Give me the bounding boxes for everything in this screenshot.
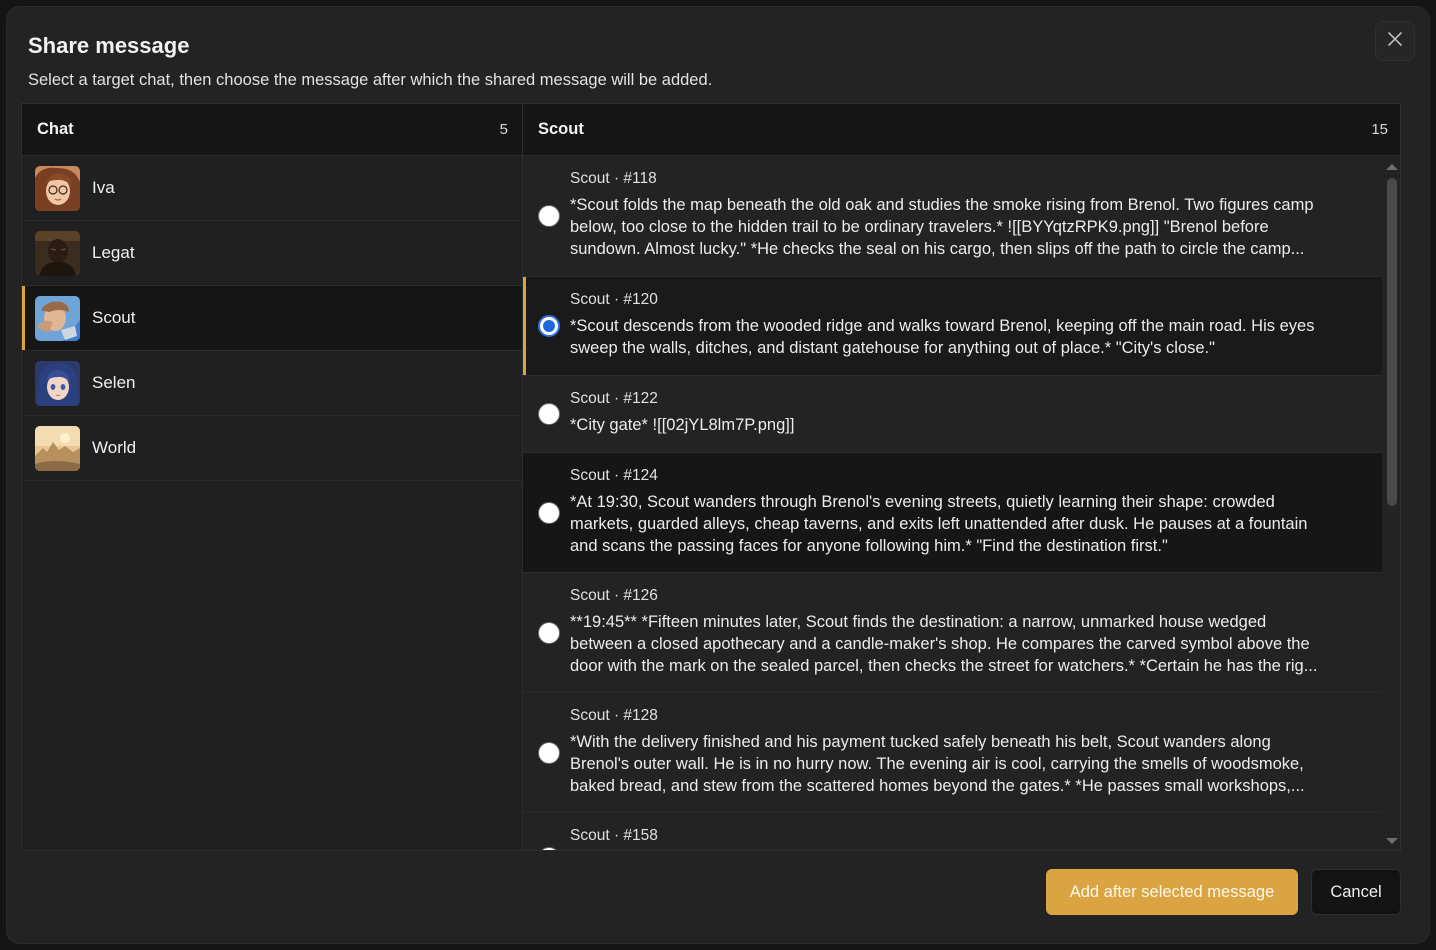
chat-name: Legat — [92, 243, 135, 262]
chat-panel: Chat 5 Iva Legat Scout Selen World — [22, 104, 523, 850]
chat-item-world[interactable]: World — [22, 416, 522, 481]
message-panel: Scout 15 Scout · #118 *Scout folds the m… — [523, 104, 1400, 850]
message-radio[interactable] — [538, 205, 560, 227]
message-meta: Scout · #128 — [570, 707, 658, 724]
message-meta: Scout · #120 — [570, 291, 658, 308]
message-meta: Scout · #158 — [570, 827, 658, 844]
avatar-iva — [35, 165, 80, 211]
message-radio[interactable] — [538, 621, 560, 644]
chat-item-selen[interactable]: Selen — [22, 351, 522, 416]
message-radio-selected[interactable] — [538, 315, 560, 337]
chat-name: Iva — [92, 178, 115, 197]
message-radio[interactable] — [538, 403, 560, 425]
message-text-line: between a closed apothecary and a candle… — [570, 635, 1310, 653]
message-item-158[interactable]: Scout · #158 — [523, 813, 1382, 850]
message-panel-title: Scout — [538, 120, 584, 138]
share-panels: Chat 5 Iva Legat Scout Selen World Scout… — [21, 103, 1401, 851]
scrollbar-thumb[interactable] — [1387, 178, 1397, 506]
message-text-line: markets, guarded alleys, cheap taverns, … — [570, 515, 1308, 533]
message-item-124[interactable]: Scout · #124 *At 19:30, Scout wanders th… — [523, 453, 1382, 573]
message-text-line: *With the delivery finished and his paym… — [570, 733, 1271, 751]
avatar-selen — [35, 360, 80, 406]
message-meta: Scout · #118 — [570, 170, 657, 187]
avatar-world — [35, 425, 80, 471]
chat-item-legat[interactable]: Legat — [22, 221, 522, 286]
chat-name: World — [92, 438, 137, 457]
message-radio[interactable] — [538, 741, 560, 764]
message-text-line: door with the mark on the sealed parcel,… — [570, 657, 1318, 675]
message-text-line: below, too close to the hidden trail to … — [570, 218, 1269, 236]
close-icon — [1387, 31, 1403, 52]
scroll-up-arrow-icon[interactable] — [1386, 164, 1398, 170]
message-meta: Scout · #124 — [570, 467, 658, 484]
message-radio[interactable] — [538, 501, 560, 524]
dialog-subtitle: Select a target chat, then choose the me… — [28, 71, 713, 89]
message-text-line: baked bread, and stew from the scattered… — [570, 777, 1305, 795]
message-meta: Scout · #126 — [570, 587, 658, 604]
message-item-128[interactable]: Scout · #128 *With the delivery finished… — [523, 693, 1382, 813]
message-scrollbar[interactable] — [1382, 156, 1400, 850]
message-text-line: and scans the passing faces for anyone f… — [570, 537, 1168, 555]
avatar-legat — [35, 230, 80, 276]
message-panel-header: Scout 15 — [523, 104, 1400, 156]
message-text-line: *Scout folds the map beneath the old oak… — [570, 196, 1314, 214]
scroll-down-arrow-icon[interactable] — [1386, 838, 1398, 844]
message-list: Scout · #118 *Scout folds the map beneat… — [523, 156, 1382, 850]
message-item-118[interactable]: Scout · #118 *Scout folds the map beneat… — [523, 156, 1382, 277]
add-after-selected-button[interactable]: Add after selected message — [1046, 869, 1298, 915]
dialog-title: Share message — [28, 33, 190, 58]
message-meta: Scout · #122 — [570, 390, 658, 407]
message-radio[interactable] — [538, 847, 560, 850]
message-text-line: **19:45** *Fifteen minutes later, Scout … — [570, 613, 1267, 631]
chat-count: 5 — [499, 121, 508, 138]
cancel-button[interactable]: Cancel — [1311, 869, 1401, 915]
message-item-120[interactable]: Scout · #120 *Scout descends from the wo… — [523, 277, 1382, 376]
chat-item-iva[interactable]: Iva — [22, 156, 522, 221]
chat-item-scout[interactable]: Scout — [22, 286, 522, 351]
message-text-line: *At 19:30, Scout wanders through Brenol'… — [570, 493, 1275, 511]
message-count: 15 — [1371, 121, 1388, 138]
close-button[interactable] — [1375, 21, 1415, 61]
message-item-122[interactable]: Scout · #122 *City gate* ![[02jYL8lm7P.p… — [523, 376, 1382, 453]
message-text-line: sweep the walls, ditches, and distant ga… — [570, 339, 1215, 357]
message-text-line: *Scout descends from the wooded ridge an… — [570, 317, 1315, 335]
chat-panel-title: Chat — [37, 120, 74, 138]
message-item-126[interactable]: Scout · #126 **19:45** *Fifteen minutes … — [523, 573, 1382, 693]
message-text-line: Brenol's outer wall. He is in no hurry n… — [570, 755, 1304, 773]
chat-name: Scout — [92, 308, 136, 327]
message-text-line: sundown. Almost lucky." *He checks the s… — [570, 240, 1305, 258]
chat-panel-header: Chat 5 — [22, 104, 522, 156]
message-text-line: *City gate* ![[02jYL8lm7P.png]] — [570, 416, 795, 434]
avatar-scout — [35, 295, 80, 341]
chat-name: Selen — [92, 373, 136, 392]
